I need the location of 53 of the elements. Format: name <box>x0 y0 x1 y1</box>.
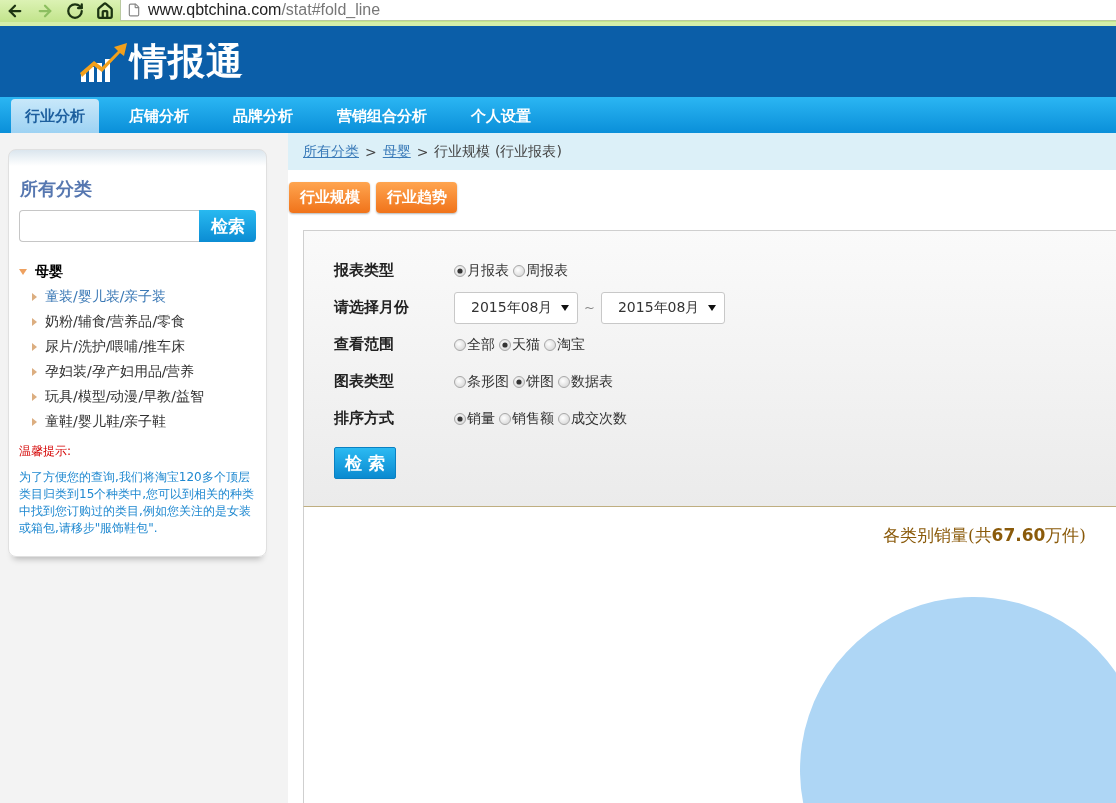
subcategory-item[interactable]: 玩具/模型/动漫/早教/益智 <box>19 384 256 409</box>
tip-title: 温馨提示: <box>19 443 73 460</box>
page-icon <box>127 3 141 17</box>
field-label: 报表类型 <box>334 261 395 280</box>
radio-option[interactable]: 全部 <box>454 335 495 354</box>
breadcrumb-separator: > <box>416 143 429 160</box>
caret-icon <box>32 417 37 426</box>
home-icon <box>96 1 114 20</box>
month-select[interactable]: 2015年08月 <box>454 291 578 324</box>
field-label: 请选择月份 <box>334 298 410 317</box>
nav-tab[interactable]: 行业分析 <box>11 99 99 133</box>
caret-icon <box>32 367 37 376</box>
radio-option[interactable]: 数据表 <box>558 372 613 391</box>
field-label: 排序方式 <box>334 409 395 428</box>
radio-option[interactable]: 条形图 <box>454 372 509 391</box>
url-path: /stat#fold_line <box>281 1 381 19</box>
radio-option[interactable]: 成交次数 <box>558 409 627 428</box>
subcategory-item[interactable]: 童鞋/婴儿鞋/亲子鞋 <box>19 409 256 434</box>
field-label: 图表类型 <box>334 372 395 391</box>
radio-option[interactable]: 淘宝 <box>544 335 585 354</box>
chart-title: 各类别销量(共67.60万件) <box>882 524 1087 547</box>
month-select[interactable]: 2015年08月 <box>600 291 725 324</box>
breadcrumb-link[interactable]: 所有分类 <box>303 142 359 161</box>
sidebar-title: 所有分类 <box>19 178 93 200</box>
address-field[interactable]: www.qbtchina.com/stat#fold_line <box>120 0 1116 21</box>
radio-option[interactable]: 月报表 <box>454 261 509 280</box>
subcategory-item[interactable]: 孕妇装/孕产妇用品/营养 <box>19 359 256 384</box>
radio-option[interactable]: 销量 <box>454 409 495 428</box>
breadcrumb-current: 行业规模 (行业报表) <box>434 142 562 161</box>
bar-chart-arrow-icon <box>80 41 128 82</box>
caret-icon <box>707 304 716 311</box>
url-host: www.qbtchina.com <box>148 1 282 19</box>
subcategory-item[interactable]: 尿片/洗护/喂哺/推车床 <box>19 334 256 359</box>
breadcrumb-link[interactable]: 母婴 <box>382 142 411 161</box>
caret-icon <box>561 304 569 311</box>
subcategory-item[interactable]: 奶粉/辅食/营养品/零食 <box>19 309 256 334</box>
logo-text: 情报通 <box>130 43 244 80</box>
field-label: 查看范围 <box>334 335 395 354</box>
caret-icon <box>32 342 37 351</box>
radio-option[interactable]: 销售额 <box>499 409 554 428</box>
caret-icon <box>32 292 37 301</box>
tip-text: 为了方便您的查询,我们将淘宝120多个顶层类目归类到15个种类中,您可以到相关的种类中找到您订购过的类目,例如您关注的是女装或箱包,请移步"服饰鞋包". <box>19 469 256 537</box>
search-field[interactable] <box>19 210 199 242</box>
subcategory-item[interactable]: 童装/婴儿装/亲子装 <box>19 284 256 309</box>
radio-option[interactable]: 天猫 <box>499 335 540 354</box>
caret-icon <box>32 317 37 326</box>
radio-option[interactable]: 周报表 <box>513 261 568 280</box>
reload-icon <box>66 1 84 20</box>
breadcrumb-separator: > <box>365 143 377 160</box>
caret-icon <box>32 392 37 401</box>
range-separator: ~ <box>584 300 595 315</box>
category-item[interactable]: 母婴 <box>19 259 256 284</box>
radio-option[interactable]: 饼图 <box>513 372 554 391</box>
